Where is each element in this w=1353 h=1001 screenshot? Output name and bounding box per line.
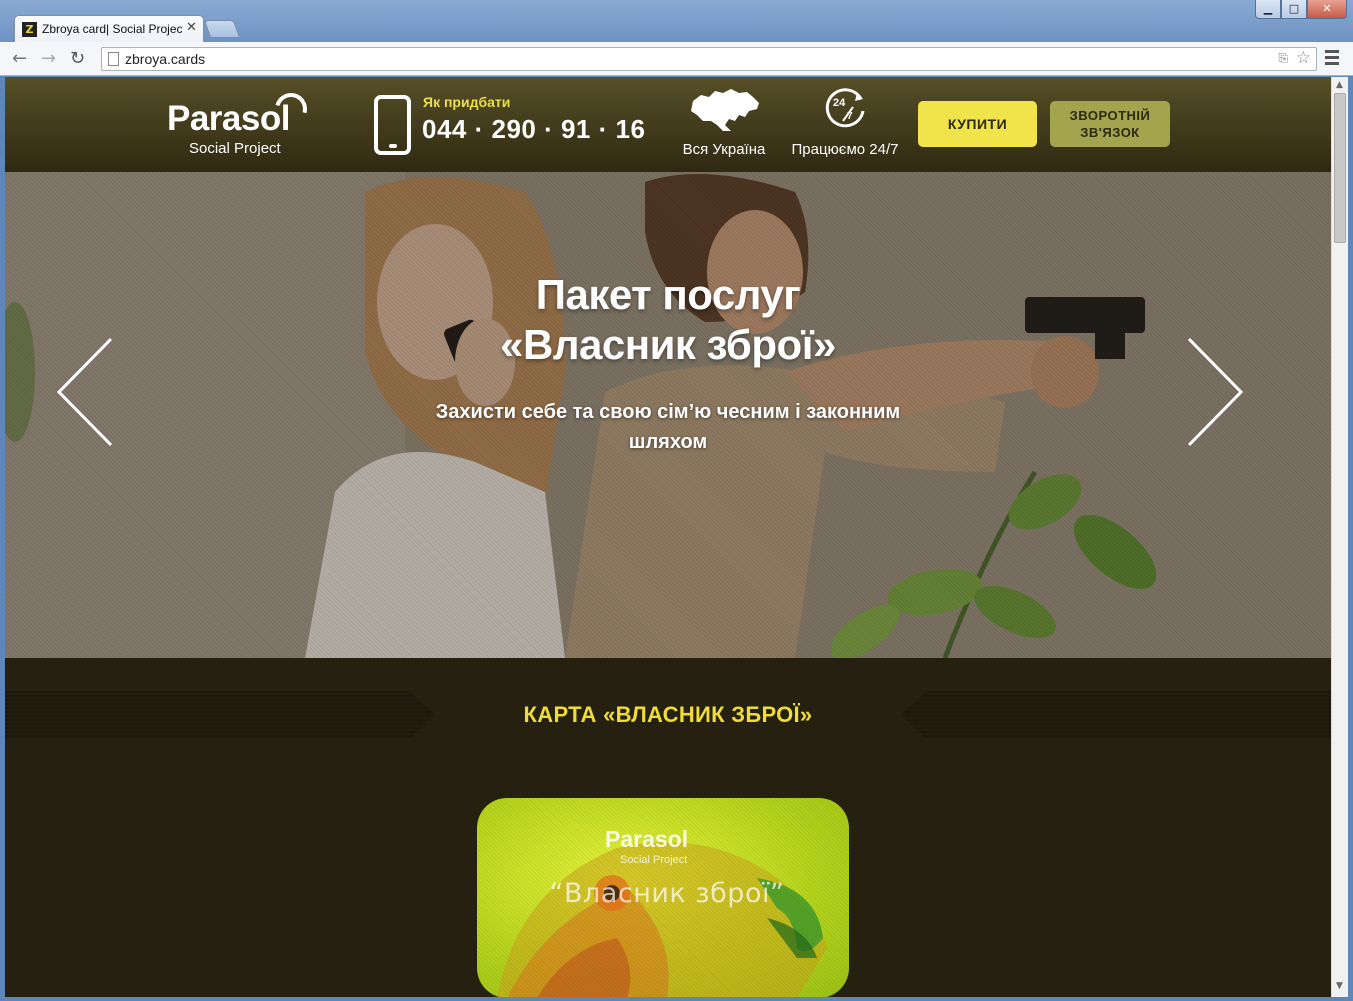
region-label: Вся Україна (682, 141, 766, 158)
maximize-button[interactable]: □ (1281, 0, 1307, 19)
scroll-down-icon[interactable]: ▼ (1336, 981, 1343, 991)
chevron-left-icon[interactable] (55, 337, 115, 447)
ribbon-left (5, 691, 435, 739)
close-window-button[interactable]: ✕ (1307, 0, 1347, 19)
logo-name: Parasol (167, 99, 290, 138)
hours-label: Працюємо 24/7 (791, 141, 899, 158)
scrollbar[interactable]: ▲ ▼ (1331, 77, 1348, 997)
back-icon[interactable]: ← (12, 48, 27, 69)
phone-icon (374, 95, 411, 155)
logo[interactable]: Parasol Social Project (167, 87, 317, 161)
phone-number[interactable]: 044 · 290 · 91 · 16 (422, 114, 645, 145)
chevron-right-icon[interactable] (1185, 337, 1245, 447)
weapon-owner-card[interactable]: Parasol Social Project “Власник зброї” (477, 798, 849, 997)
ukraine-map-icon (691, 89, 759, 131)
scroll-thumb[interactable] (1334, 93, 1346, 243)
browser-toolbar: ← → ↻ zbroya.cards ⎘ ☆ (0, 42, 1353, 76)
card-section: КАРТА «ВЛАСНИК ЗБРОЇ» Parasol Social Pro… (5, 658, 1331, 997)
tab-active[interactable]: Z Zbroya card| Social Project ✕ (14, 15, 204, 42)
url-text[interactable]: zbroya.cards (125, 51, 205, 67)
star-icon[interactable]: ☆ (1296, 48, 1311, 68)
hero-title: Пакет послуг «Власник зброї» (368, 270, 968, 370)
forward-icon[interactable]: → (41, 48, 56, 69)
menu-icon[interactable] (1325, 50, 1339, 68)
card-subtitle: Social Project (620, 854, 688, 866)
clock-24-icon: 24 7 (825, 88, 865, 128)
site-header: Parasol Social Project Як придбати 044 ·… (5, 77, 1331, 172)
scroll-up-icon[interactable]: ▲ (1336, 80, 1343, 90)
feedback-button[interactable]: ЗВОРОТНІЙ ЗВ'ЯЗОК (1050, 101, 1170, 147)
browser-window: Z Zbroya card| Social Project ✕ ▁ □ ✕ ← … (0, 0, 1353, 1001)
new-tab-button[interactable] (203, 20, 241, 38)
buy-button[interactable]: КУПИТИ (918, 101, 1037, 147)
title-bar: Z Zbroya card| Social Project ✕ ▁ □ ✕ (0, 0, 1353, 42)
hero-title-line2: «Власник зброї» (500, 321, 836, 368)
card-logo: Parasol (605, 826, 689, 852)
page-viewport: Parasol Social Project Як придбати 044 ·… (5, 77, 1331, 997)
svg-text:24: 24 (833, 97, 846, 109)
address-bar[interactable]: zbroya.cards ⎘ ☆ (101, 47, 1317, 71)
reload-icon[interactable]: ↻ (70, 48, 85, 69)
minimize-button[interactable]: ▁ (1255, 0, 1281, 19)
hero-subtitle: Захисти себе та свою сім’ю чесним і зако… (435, 401, 901, 453)
favicon-icon: Z (22, 22, 37, 37)
how-to-buy-label: Як придбати (423, 94, 511, 110)
feedback-button-line2: ЗВ'ЯЗОК (1080, 125, 1140, 140)
feedback-button-line1: ЗВОРОТНІЙ (1069, 108, 1151, 123)
translate-icon[interactable]: ⎘ (1278, 51, 1288, 66)
section-title: КАРТА «ВЛАСНИК ЗБРОЇ» (523, 702, 813, 727)
hero-slider: Пакет послуг «Власник зброї» Захисти себ… (5, 172, 1331, 658)
tab-close-icon[interactable]: ✕ (186, 20, 197, 35)
logo-subtitle: Social Project (189, 140, 281, 157)
hero-title-line1: Пакет послуг (535, 271, 801, 318)
card-quote: “Власник зброї” (549, 878, 785, 909)
tab-title: Zbroya card| Social Project (42, 22, 182, 36)
page-icon (108, 52, 119, 66)
ribbon-right (901, 691, 1331, 739)
